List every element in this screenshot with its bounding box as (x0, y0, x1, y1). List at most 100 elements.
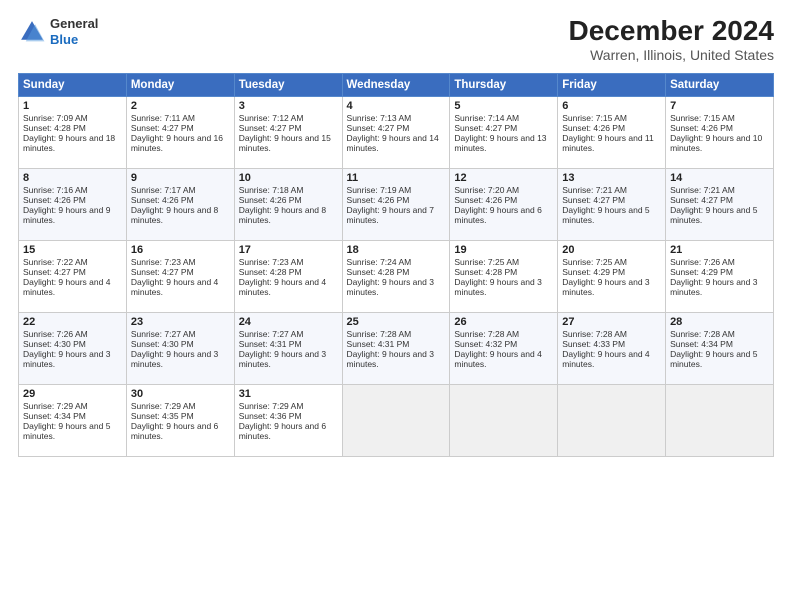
daylight-text: Daylight: 9 hours and 8 minutes. (239, 205, 326, 225)
header-tuesday: Tuesday (234, 73, 342, 96)
table-cell: 17Sunrise: 7:23 AMSunset: 4:28 PMDayligh… (234, 240, 342, 312)
table-cell: 30Sunrise: 7:29 AMSunset: 4:35 PMDayligh… (126, 384, 234, 456)
day-number: 7 (670, 100, 769, 112)
daylight-text: Daylight: 9 hours and 6 minutes. (131, 421, 218, 441)
day-number: 6 (562, 100, 661, 112)
table-cell: 22Sunrise: 7:26 AMSunset: 4:30 PMDayligh… (19, 312, 127, 384)
sunset-text: Sunset: 4:26 PM (131, 195, 194, 205)
sunrise-text: Sunrise: 7:23 AM (131, 257, 196, 267)
table-cell: 29Sunrise: 7:29 AMSunset: 4:34 PMDayligh… (19, 384, 127, 456)
sunset-text: Sunset: 4:30 PM (131, 339, 194, 349)
sunset-text: Sunset: 4:27 PM (670, 195, 733, 205)
table-cell: 31Sunrise: 7:29 AMSunset: 4:36 PMDayligh… (234, 384, 342, 456)
sunset-text: Sunset: 4:36 PM (239, 411, 302, 421)
day-number: 23 (131, 316, 230, 328)
day-number: 16 (131, 244, 230, 256)
table-cell (450, 384, 558, 456)
day-number: 12 (454, 172, 553, 184)
sunrise-text: Sunrise: 7:20 AM (454, 185, 519, 195)
logo-blue: Blue (50, 32, 98, 48)
sunset-text: Sunset: 4:27 PM (347, 123, 410, 133)
sunrise-text: Sunrise: 7:27 AM (131, 329, 196, 339)
daylight-text: Daylight: 9 hours and 3 minutes. (347, 277, 434, 297)
daylight-text: Daylight: 9 hours and 7 minutes. (347, 205, 434, 225)
day-number: 20 (562, 244, 661, 256)
sunset-text: Sunset: 4:27 PM (239, 123, 302, 133)
daylight-text: Daylight: 9 hours and 18 minutes. (23, 133, 115, 153)
logo-icon (18, 18, 46, 46)
sunrise-text: Sunrise: 7:25 AM (454, 257, 519, 267)
sunset-text: Sunset: 4:35 PM (131, 411, 194, 421)
day-number: 2 (131, 100, 230, 112)
sunset-text: Sunset: 4:28 PM (23, 123, 86, 133)
day-number: 18 (347, 244, 446, 256)
day-number: 3 (239, 100, 338, 112)
sunrise-text: Sunrise: 7:28 AM (454, 329, 519, 339)
sunrise-text: Sunrise: 7:13 AM (347, 113, 412, 123)
table-cell: 1Sunrise: 7:09 AMSunset: 4:28 PMDaylight… (19, 96, 127, 168)
day-number: 13 (562, 172, 661, 184)
daylight-text: Daylight: 9 hours and 3 minutes. (347, 349, 434, 369)
header-thursday: Thursday (450, 73, 558, 96)
table-cell: 5Sunrise: 7:14 AMSunset: 4:27 PMDaylight… (450, 96, 558, 168)
day-number: 10 (239, 172, 338, 184)
daylight-text: Daylight: 9 hours and 4 minutes. (562, 349, 649, 369)
table-cell: 16Sunrise: 7:23 AMSunset: 4:27 PMDayligh… (126, 240, 234, 312)
calendar-subtitle: Warren, Illinois, United States (569, 47, 774, 63)
daylight-text: Daylight: 9 hours and 11 minutes. (562, 133, 654, 153)
table-cell: 23Sunrise: 7:27 AMSunset: 4:30 PMDayligh… (126, 312, 234, 384)
title-block: December 2024 Warren, Illinois, United S… (569, 16, 774, 63)
sunrise-text: Sunrise: 7:22 AM (23, 257, 88, 267)
sunset-text: Sunset: 4:27 PM (131, 267, 194, 277)
day-number: 17 (239, 244, 338, 256)
daylight-text: Daylight: 9 hours and 4 minutes. (131, 277, 218, 297)
table-cell: 8Sunrise: 7:16 AMSunset: 4:26 PMDaylight… (19, 168, 127, 240)
table-cell: 9Sunrise: 7:17 AMSunset: 4:26 PMDaylight… (126, 168, 234, 240)
day-number: 5 (454, 100, 553, 112)
calendar-header-row: Sunday Monday Tuesday Wednesday Thursday… (19, 73, 774, 96)
day-number: 22 (23, 316, 122, 328)
sunset-text: Sunset: 4:27 PM (131, 123, 194, 133)
daylight-text: Daylight: 9 hours and 6 minutes. (454, 205, 541, 225)
sunset-text: Sunset: 4:31 PM (347, 339, 410, 349)
header-wednesday: Wednesday (342, 73, 450, 96)
sunrise-text: Sunrise: 7:17 AM (131, 185, 196, 195)
sunrise-text: Sunrise: 7:21 AM (562, 185, 627, 195)
daylight-text: Daylight: 9 hours and 3 minutes. (23, 349, 110, 369)
table-cell: 25Sunrise: 7:28 AMSunset: 4:31 PMDayligh… (342, 312, 450, 384)
sunrise-text: Sunrise: 7:18 AM (239, 185, 304, 195)
sunrise-text: Sunrise: 7:25 AM (562, 257, 627, 267)
calendar-row: 29Sunrise: 7:29 AMSunset: 4:34 PMDayligh… (19, 384, 774, 456)
daylight-text: Daylight: 9 hours and 6 minutes. (239, 421, 326, 441)
sunrise-text: Sunrise: 7:14 AM (454, 113, 519, 123)
daylight-text: Daylight: 9 hours and 3 minutes. (131, 349, 218, 369)
table-cell: 26Sunrise: 7:28 AMSunset: 4:32 PMDayligh… (450, 312, 558, 384)
header-friday: Friday (558, 73, 666, 96)
sunrise-text: Sunrise: 7:28 AM (347, 329, 412, 339)
day-number: 9 (131, 172, 230, 184)
sunrise-text: Sunrise: 7:29 AM (23, 401, 88, 411)
sunset-text: Sunset: 4:27 PM (454, 123, 517, 133)
sunset-text: Sunset: 4:26 PM (239, 195, 302, 205)
sunrise-text: Sunrise: 7:27 AM (239, 329, 304, 339)
header-monday: Monday (126, 73, 234, 96)
logo: General Blue (18, 16, 98, 47)
sunrise-text: Sunrise: 7:15 AM (670, 113, 735, 123)
day-number: 27 (562, 316, 661, 328)
header: General Blue December 2024 Warren, Illin… (18, 16, 774, 63)
table-cell: 27Sunrise: 7:28 AMSunset: 4:33 PMDayligh… (558, 312, 666, 384)
table-cell: 3Sunrise: 7:12 AMSunset: 4:27 PMDaylight… (234, 96, 342, 168)
sunset-text: Sunset: 4:26 PM (670, 123, 733, 133)
sunrise-text: Sunrise: 7:29 AM (131, 401, 196, 411)
sunset-text: Sunset: 4:29 PM (562, 267, 625, 277)
day-number: 1 (23, 100, 122, 112)
sunset-text: Sunset: 4:29 PM (670, 267, 733, 277)
daylight-text: Daylight: 9 hours and 5 minutes. (670, 349, 757, 369)
daylight-text: Daylight: 9 hours and 5 minutes. (23, 421, 110, 441)
day-number: 15 (23, 244, 122, 256)
day-number: 14 (670, 172, 769, 184)
sunset-text: Sunset: 4:26 PM (347, 195, 410, 205)
logo-text: General Blue (50, 16, 98, 47)
sunset-text: Sunset: 4:28 PM (347, 267, 410, 277)
table-cell (558, 384, 666, 456)
